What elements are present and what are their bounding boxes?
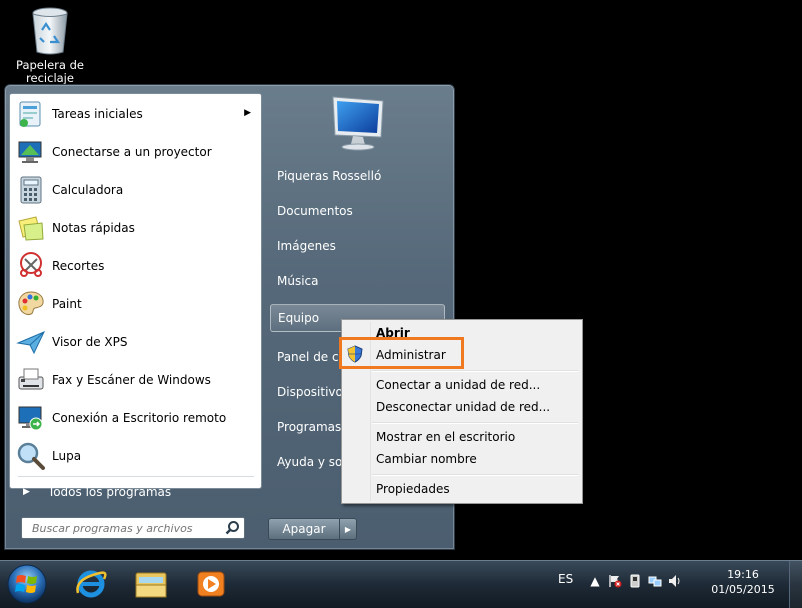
documents-label: Documentos: [277, 204, 353, 218]
system-tray: ▲: [587, 573, 683, 589]
program-label: Conectarse a un proyector: [52, 145, 212, 159]
ctx-disconnect-network-drive-item[interactable]: Desconectar unidad de red...: [376, 397, 550, 417]
program-item-projector[interactable]: Conectarse a un proyector: [10, 133, 261, 171]
getting-started-icon: [19, 101, 41, 127]
remote-desktop-icon: [18, 406, 43, 431]
program-item-fax-scanner[interactable]: Fax y Escáner de Windows: [10, 361, 261, 399]
recycle-bin-desktop-icon[interactable]: Papelera de reciclaje: [10, 6, 90, 85]
internet-explorer-taskbar-icon[interactable]: [64, 565, 118, 603]
clock-date: 01/05/2015: [711, 583, 775, 596]
media-player-taskbar-icon[interactable]: [184, 565, 238, 603]
xps-viewer-icon: [16, 331, 46, 355]
program-label: Fax y Escáner de Windows: [52, 373, 211, 387]
submenu-arrow-icon: ▶: [244, 108, 251, 118]
ctx-properties-item[interactable]: Propiedades: [376, 479, 450, 499]
program-item-sticky-notes[interactable]: Notas rápidas: [10, 209, 261, 247]
shutdown-options-arrow-icon[interactable]: ▶: [340, 518, 357, 540]
program-item-snipping-tool[interactable]: Recortes: [10, 247, 261, 285]
clock[interactable]: 19:16 01/05/2015: [708, 567, 778, 597]
program-item-getting-started[interactable]: Tareas iniciales ▶: [10, 95, 261, 133]
fax-scanner-icon: [18, 368, 44, 390]
program-item-calculator[interactable]: Calculadora: [10, 171, 261, 209]
all-programs-label: Todos los programas: [47, 485, 172, 499]
program-label: Recortes: [52, 259, 105, 273]
annotation-highlight-box: [339, 337, 464, 369]
program-item-remote-desktop[interactable]: Conexión a Escritorio remoto: [10, 399, 261, 437]
program-label: Calculadora: [52, 183, 124, 197]
show-desktop-button[interactable]: [789, 561, 802, 608]
program-label: Visor de XPS: [52, 335, 128, 349]
menu-separator: [372, 474, 578, 476]
ctx-show-on-desktop-item[interactable]: Mostrar en el escritorio: [376, 427, 515, 447]
documents-item[interactable]: Documentos: [270, 197, 445, 225]
program-item-magnifier[interactable]: Lupa: [10, 437, 261, 475]
programs-panel: Tareas iniciales ▶ Conectarse a un proye…: [9, 93, 262, 489]
magnifier-icon: [17, 442, 45, 470]
all-programs-button[interactable]: ▶ Todos los programas: [9, 480, 260, 504]
shutdown-split-button: Apagar ▶: [268, 518, 357, 540]
recycle-bin-label: Papelera de reciclaje: [16, 58, 84, 85]
start-button-windows-orb-icon[interactable]: [4, 562, 50, 606]
search-input[interactable]: [30, 520, 224, 536]
pictures-label: Imágenes: [277, 239, 336, 253]
sticky-notes-icon: [18, 216, 44, 241]
snipping-tool-icon: [20, 252, 42, 277]
clock-time: 19:16: [727, 568, 759, 581]
windows-explorer-taskbar-icon[interactable]: [124, 565, 178, 603]
ctx-rename-item[interactable]: Cambiar nombre: [376, 449, 477, 469]
triangle-right-icon: ▶: [23, 487, 30, 497]
program-label: Tareas iniciales: [52, 107, 143, 121]
show-hidden-icons-arrow-icon[interactable]: ▲: [587, 573, 603, 589]
taskbar: ES ▲ 19:16 01/05/2015: [0, 560, 802, 608]
divider: [18, 476, 254, 477]
recycle-bin-icon: [32, 7, 68, 55]
pictures-item[interactable]: Imágenes: [270, 232, 445, 260]
paint-icon: [18, 291, 44, 315]
program-label: Conexión a Escritorio remoto: [52, 411, 227, 425]
user-folder-label: Piqueras Rosselló: [277, 169, 382, 183]
user-folder-item[interactable]: Piqueras Rosselló: [270, 162, 445, 190]
program-item-xps-viewer[interactable]: Visor de XPS: [10, 323, 261, 361]
music-label: Música: [277, 274, 319, 288]
device-icon[interactable]: [627, 573, 643, 589]
program-label: Lupa: [52, 449, 82, 463]
volume-speaker-icon[interactable]: [667, 573, 683, 589]
music-item[interactable]: Música: [270, 267, 445, 295]
user-picture-computer-icon: [332, 96, 384, 151]
action-center-flag-icon[interactable]: [607, 573, 623, 589]
shutdown-button[interactable]: Apagar: [268, 518, 340, 540]
projector-icon: [18, 141, 42, 163]
program-label: Notas rápidas: [52, 221, 135, 235]
language-indicator[interactable]: ES: [558, 572, 573, 586]
search-box[interactable]: [21, 517, 245, 539]
menu-separator: [372, 422, 578, 424]
calculator-icon: [20, 176, 42, 204]
menu-separator: [372, 370, 578, 372]
program-label: Paint: [52, 297, 82, 311]
ctx-map-network-drive-item[interactable]: Conectar a unidad de red...: [376, 375, 540, 395]
search-icon[interactable]: [225, 520, 240, 535]
computer-label: Equipo: [278, 311, 320, 325]
network-icon[interactable]: [647, 573, 663, 589]
program-item-paint[interactable]: Paint: [10, 285, 261, 323]
